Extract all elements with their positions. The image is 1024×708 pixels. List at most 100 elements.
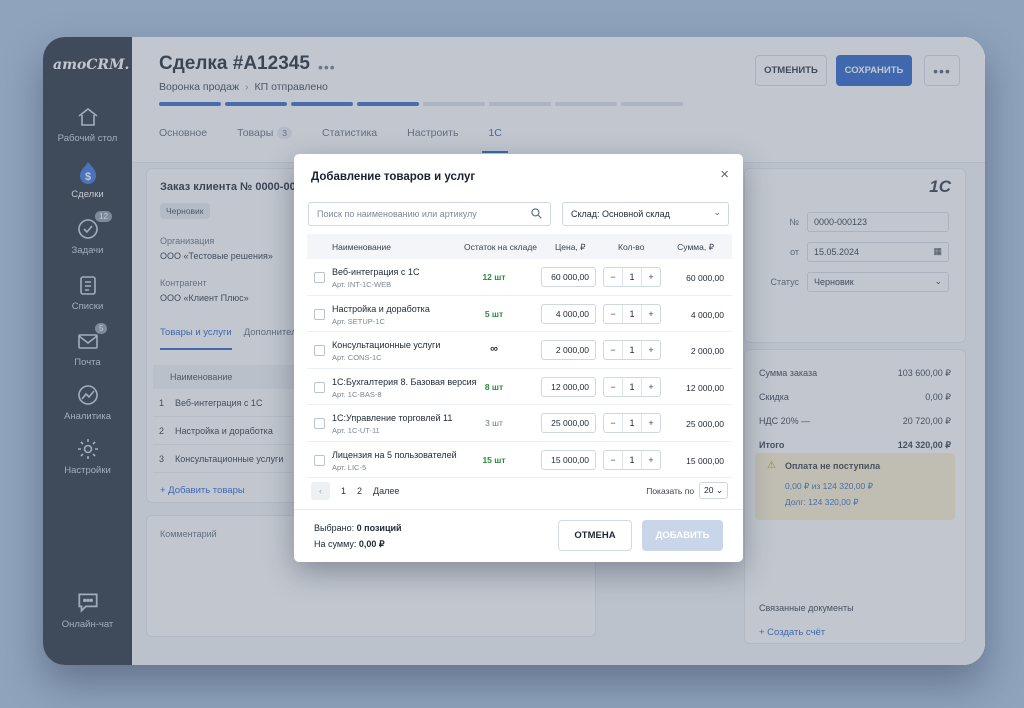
- products-table: Наименование Остаток на складе Цена, ₽ К…: [307, 234, 732, 478]
- price-input[interactable]: 15 000,00: [541, 449, 596, 470]
- product-article: Арт. 1C-UT-11: [332, 426, 380, 435]
- per-page-label: Показать по: [646, 485, 695, 496]
- selected-label: Выбрано:: [314, 523, 355, 533]
- search-icon[interactable]: [530, 207, 543, 220]
- quantity-stepper: −1 +: [603, 413, 661, 433]
- quantity-value[interactable]: 1: [622, 341, 642, 359]
- col-stock[interactable]: Остаток на складе: [464, 242, 537, 252]
- product-stock: ∞: [490, 343, 498, 355]
- table-row[interactable]: 1С:Бухгалтерия 8. Базовая версия Арт. 1C-…: [307, 369, 732, 405]
- row-checkbox[interactable]: [314, 381, 325, 393]
- product-stock: 15 шт: [482, 454, 506, 465]
- row-checkbox[interactable]: [314, 345, 325, 356]
- minus-icon[interactable]: −: [604, 414, 622, 432]
- warehouse-value: Склад: Основной склад: [571, 209, 670, 219]
- product-name: Консультационные услуги: [332, 340, 441, 350]
- quantity-stepper: −1 +: [603, 303, 661, 324]
- table-row[interactable]: Лицензия на 5 пользователей Арт. LIC-5 15 …: [307, 442, 732, 478]
- col-name[interactable]: Наименование: [332, 242, 391, 252]
- close-icon[interactable]: ×: [720, 167, 729, 182]
- per-page-control: Показать по 20 ⌄: [646, 482, 728, 499]
- price-input[interactable]: 12 000,00: [541, 376, 596, 397]
- table-row[interactable]: 1С:Управление торговлей 11 Арт. 1C-UT-11 3…: [307, 405, 732, 442]
- quantity-value[interactable]: 1: [622, 304, 642, 323]
- chevron-down-icon: ⌄: [713, 207, 721, 217]
- plus-icon[interactable]: +: [642, 341, 660, 359]
- product-sum: 25 000,00: [686, 419, 724, 429]
- per-page-value: 20: [704, 485, 714, 495]
- quantity-value[interactable]: 1: [622, 450, 642, 469]
- product-article: Арт. 1C-BAS-8: [332, 389, 382, 399]
- sum-value: 0,00 ₽: [358, 539, 385, 549]
- product-name: 1С:Управление торговлей 11: [332, 413, 453, 423]
- quantity-stepper: −1 +: [603, 376, 661, 397]
- page-1[interactable]: 1: [341, 486, 346, 496]
- product-stock: 3 шт: [485, 418, 503, 428]
- search-placeholder: Поиск по наименованию или артикулу: [317, 209, 477, 219]
- modal-cancel-button[interactable]: ОТМЕНА: [558, 520, 632, 551]
- quantity-value[interactable]: 1: [622, 377, 642, 396]
- quantity-stepper: −1 +: [603, 340, 661, 360]
- product-name: Лицензия на 5 пользователей: [332, 449, 457, 460]
- selected-count: Выбрано: 0 позиций: [314, 523, 402, 533]
- table-row[interactable]: Консультационные услуги Арт. CONS-1C ∞ 2 00…: [307, 332, 732, 369]
- modal-add-button[interactable]: ДОБАВИТЬ: [642, 520, 723, 551]
- price-input[interactable]: 60 000,00: [541, 267, 596, 287]
- product-article: Арт. CONS-1C: [332, 353, 382, 362]
- quantity-stepper: −1 +: [603, 449, 661, 470]
- product-sum: 60 000,00: [686, 273, 724, 283]
- product-stock: 5 шт: [484, 308, 504, 319]
- plus-icon[interactable]: +: [642, 414, 660, 432]
- plus-icon[interactable]: +: [642, 268, 660, 286]
- sum-label: На сумму:: [314, 539, 357, 549]
- plus-icon[interactable]: +: [642, 378, 660, 396]
- product-stock: 8 шт: [484, 381, 504, 392]
- table-row[interactable]: Настройка и доработка Арт. SETUP-1C 5 шт 4 …: [307, 296, 732, 332]
- price-input[interactable]: 25 000,00: [541, 413, 596, 433]
- plus-icon[interactable]: +: [642, 305, 660, 323]
- minus-icon[interactable]: −: [604, 268, 622, 286]
- product-stock: 12 шт: [482, 272, 506, 282]
- divider: [294, 509, 743, 510]
- modal-title: Добавление товаров и услуг: [311, 171, 476, 183]
- product-name: 1С:Бухгалтерия 8. Базовая версия: [332, 376, 477, 387]
- table-header: Наименование Остаток на складе Цена, ₽ К…: [307, 234, 732, 259]
- selected-value: 0 позиций: [356, 523, 402, 533]
- product-sum: 2 000,00: [690, 346, 724, 356]
- quantity-value[interactable]: 1: [622, 414, 642, 432]
- quantity-stepper: −1 +: [603, 267, 661, 287]
- product-article: Арт. INT-1C-WEB: [332, 280, 392, 289]
- table-row[interactable]: Веб-интеграция с 1С Арт. INT-1C-WEB 12 шт 6…: [307, 259, 732, 296]
- product-article: Арт. SETUP-1C: [332, 316, 385, 326]
- product-sum: 12 000,00: [686, 382, 724, 393]
- row-checkbox[interactable]: [314, 418, 325, 429]
- prev-page-button[interactable]: ‹: [311, 482, 330, 500]
- product-name: Настройка и доработка: [332, 303, 430, 314]
- search-input[interactable]: Поиск по наименованию или артикулу: [308, 202, 551, 226]
- quantity-value[interactable]: 1: [622, 268, 642, 286]
- minus-icon[interactable]: −: [604, 305, 622, 323]
- row-checkbox[interactable]: [314, 308, 325, 320]
- product-sum: 15 000,00: [686, 455, 724, 466]
- product-sum: 4 000,00: [690, 309, 724, 320]
- product-name: Веб-интеграция с 1С: [332, 267, 420, 277]
- add-products-modal: Добавление товаров и услуг × Поиск по на…: [294, 154, 743, 562]
- row-checkbox[interactable]: [314, 454, 325, 466]
- page-2[interactable]: 2: [357, 486, 362, 496]
- minus-icon[interactable]: −: [604, 378, 622, 396]
- plus-icon[interactable]: +: [642, 451, 660, 469]
- selected-sum: На сумму: 0,00 ₽: [314, 539, 385, 550]
- price-input[interactable]: 2 000,00: [541, 340, 596, 360]
- next-page-button[interactable]: Далее: [373, 486, 399, 496]
- col-qty[interactable]: Кол-во: [618, 242, 644, 252]
- col-price[interactable]: Цена, ₽: [555, 242, 586, 253]
- product-article: Арт. LIC-5: [332, 462, 367, 472]
- row-checkbox[interactable]: [314, 272, 325, 283]
- minus-icon[interactable]: −: [604, 451, 622, 469]
- col-sum[interactable]: Сумма, ₽: [677, 242, 714, 253]
- pagination: ‹ 1 2 Далее: [311, 482, 399, 500]
- warehouse-select[interactable]: Склад: Основной склад ⌄: [562, 202, 729, 226]
- minus-icon[interactable]: −: [604, 341, 622, 359]
- per-page-select[interactable]: 20 ⌄: [699, 482, 728, 499]
- price-input[interactable]: 4 000,00: [541, 303, 596, 324]
